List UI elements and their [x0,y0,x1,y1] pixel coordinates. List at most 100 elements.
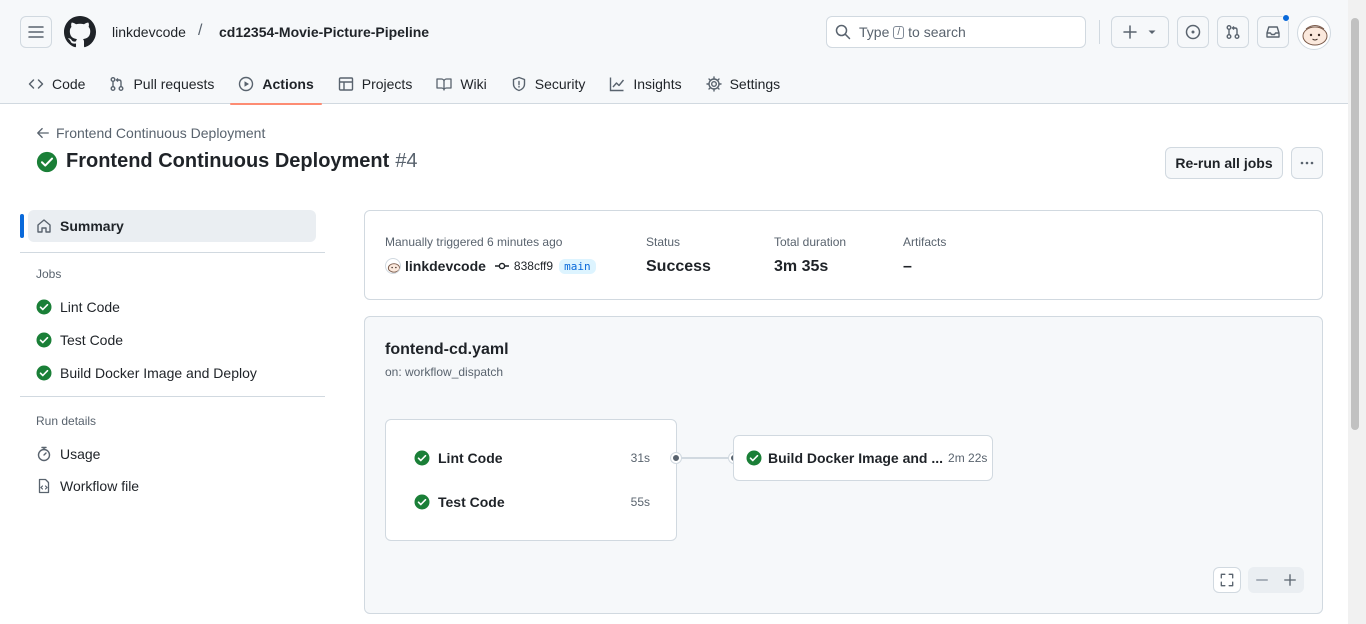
artifacts-label: Artifacts [903,235,947,249]
sidebar-job-lint-code[interactable]: Lint Code [36,299,120,315]
tab-insights-label: Insights [633,76,682,92]
create-new-button[interactable] [1111,16,1169,48]
tab-insights[interactable]: Insights [597,64,693,104]
workflow-file-name[interactable]: fontend-cd.yaml [385,341,509,359]
tab-pull-requests-label: Pull requests [133,76,215,92]
sidebar-jobs-heading: Jobs [36,267,62,281]
breadcrumb-separator: / [198,22,203,39]
screen-full-icon [1220,573,1234,587]
trigger-details: linkdevcode 838cff9 main [385,258,596,274]
job-duration: 2m 22s [948,451,988,465]
zoom-out-button[interactable] [1248,567,1276,593]
avatar-icon [1302,25,1328,46]
sidebar-usage-label: Usage [60,446,101,462]
stopwatch-icon [37,446,51,462]
check-circle-fill-icon [36,299,52,315]
issues-button[interactable] [1177,16,1209,48]
actor-avatar[interactable] [385,258,401,274]
pull-requests-button[interactable] [1217,16,1249,48]
branch-label[interactable]: main [559,258,596,274]
tab-code[interactable]: Code [16,64,97,104]
sidebar-item-summary[interactable]: Summary [20,210,316,242]
active-indicator [20,214,24,238]
commit-sha-link[interactable]: 838cff9 [514,259,553,273]
page-title: Frontend Continuous Deployment #4 [36,150,418,173]
check-circle-fill-icon [746,450,762,466]
tab-security-label: Security [534,76,586,92]
zoom-in-button[interactable] [1276,567,1304,593]
rerun-all-jobs-button[interactable]: Re-run all jobs [1165,147,1283,179]
tab-code-label: Code [52,76,86,92]
graph-job-build-deploy[interactable]: Build Docker Image and ... 2m 22s [733,435,993,481]
inbox-icon [1266,26,1280,38]
back-to-workflow-link[interactable]: Frontend Continuous Deployment [36,125,265,141]
fullscreen-button[interactable] [1213,567,1241,593]
home-icon [37,219,51,233]
sidebar-item-usage[interactable]: Usage [36,446,100,462]
check-circle-fill-icon [414,450,430,466]
git-pull-request-icon [1226,25,1240,39]
breadcrumb-repo[interactable]: cd12354-Movie-Picture-Pipeline [219,24,429,40]
sidebar-job-build-deploy[interactable]: Build Docker Image and Deploy [36,365,257,381]
job-duration: 31s [630,451,650,465]
sidebar-job-test-code[interactable]: Test Code [36,332,123,348]
trigger-label: Manually triggered 6 minutes ago [385,235,563,249]
sidebar-divider [20,252,325,253]
tab-settings-label: Settings [729,76,781,92]
shield-icon [512,76,525,92]
tab-projects[interactable]: Projects [326,64,425,104]
tab-actions[interactable]: Actions [226,64,325,105]
duration-label: Total duration [774,235,847,249]
user-avatar[interactable] [1297,16,1331,50]
status-label: Status [646,235,681,249]
zoom-controls [1248,567,1304,593]
notification-indicator [1282,14,1290,22]
triangle-down-icon [1148,30,1156,34]
workflow-trigger: on: workflow_dispatch [385,365,504,379]
dash-icon [1256,579,1268,581]
hamburger-icon [28,26,44,38]
book-icon [436,78,452,91]
job-duration: 55s [630,495,650,509]
run-summary-card: Manually triggered 6 minutes ago linkdev… [364,210,1323,300]
scrollbar-thumb[interactable] [1351,18,1359,430]
job-name: Lint Code [438,450,503,466]
search-icon [835,24,851,40]
tab-projects-label: Projects [361,76,413,92]
run-title: Frontend Continuous Deployment [66,150,390,172]
tab-pull-requests[interactable]: Pull requests [97,64,226,104]
issue-opened-icon [1185,24,1201,40]
tab-security[interactable]: Security [499,64,598,104]
connector-node-out [671,453,681,463]
sidebar-job-label: Lint Code [60,299,120,315]
github-logo-icon[interactable] [64,16,96,48]
tab-wiki-label: Wiki [460,76,487,92]
sidebar-item-workflow-file[interactable]: Workflow file [36,478,139,494]
search-input[interactable]: Type / to search [826,16,1086,48]
run-number: #4 [395,150,418,172]
job-name: Test Code [438,494,505,510]
plus-icon [1284,574,1296,586]
check-circle-fill-icon [36,365,52,381]
job-name: Build Docker Image and ... [768,450,944,466]
graph-job-test-code[interactable]: Test Code 55s [414,494,650,510]
plus-icon [1123,25,1137,39]
sidebar-run-details-heading: Run details [36,414,97,428]
play-icon [239,76,254,92]
graph-job-lint-code[interactable]: Lint Code 31s [414,450,650,466]
tab-settings[interactable]: Settings [694,64,793,104]
search-prefix: Type [859,24,890,40]
sidebar-divider [20,396,325,397]
breadcrumb-owner[interactable]: linkdevcode [112,24,186,40]
sidebar-workflow-file-label: Workflow file [60,478,140,494]
search-shortcut-key: / [893,25,905,39]
actor-link[interactable]: linkdevcode [405,258,486,274]
tab-wiki[interactable]: Wiki [424,64,498,104]
check-circle-fill-icon [36,151,58,172]
duration-value: 3m 35s [774,258,829,275]
more-options-button[interactable] [1291,147,1323,179]
menu-button[interactable] [20,16,52,48]
file-code-icon [38,478,50,494]
check-circle-fill-icon [414,494,430,510]
artifacts-value: – [903,258,912,275]
